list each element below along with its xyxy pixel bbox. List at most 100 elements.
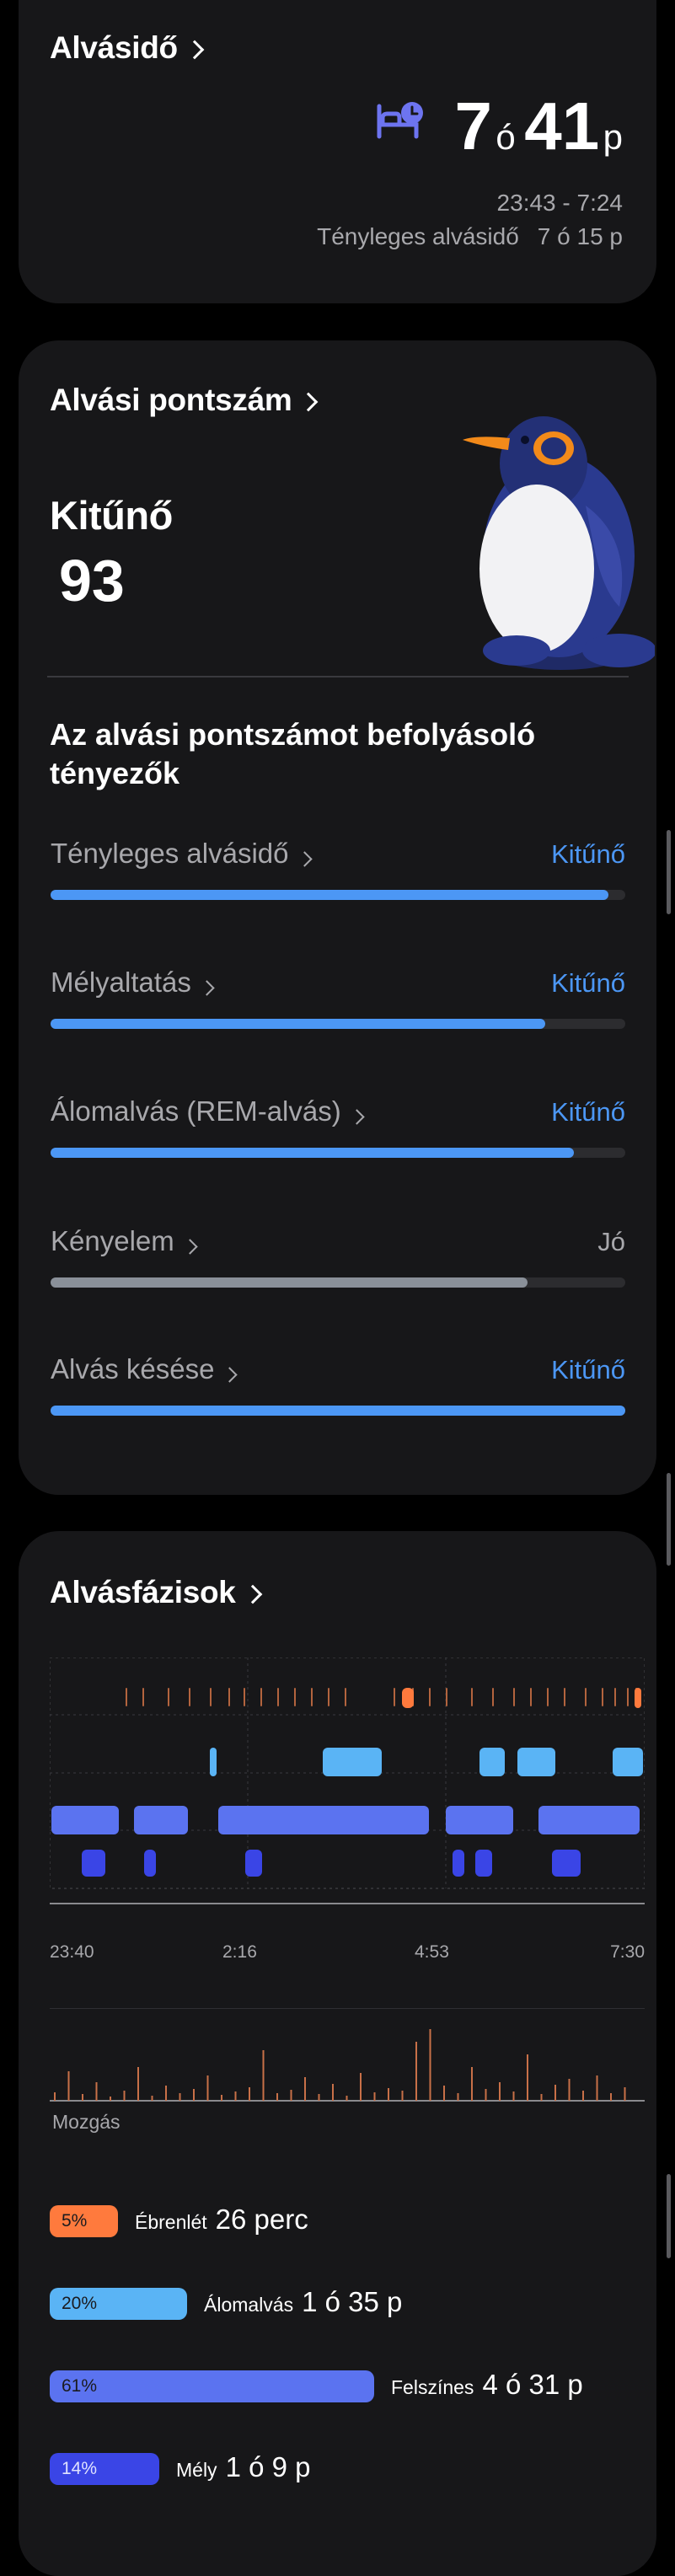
time-axis: 23:40 2:16 4:53 7:30 (50, 1942, 645, 1968)
sleep-range: 23:43 - 7:24 (496, 190, 623, 216)
time-tick-label: 23:40 (50, 1942, 94, 1962)
factor-value: Jó (597, 1227, 625, 1256)
movement-label: Mozgás (52, 2111, 121, 2133)
hypnogram-svg (49, 1657, 646, 1904)
sleep-stages-title[interactable]: Alvásfázisok (50, 1575, 262, 1610)
sleep-stages-card: Alvásfázisok 23:40 2:16 4:53 7:30 Mozgás… (19, 1531, 656, 2576)
chevron-right-icon (296, 851, 313, 867)
sleep-time-title[interactable]: Alvásidő (50, 30, 205, 66)
hypnogram-chart[interactable] (49, 1657, 646, 1910)
hypnogram-awake-tick (429, 1688, 431, 1706)
sleep-score-card: Alvási pontszám Kitűnő 93 Az alvási pont… (19, 340, 656, 1495)
factor-progress (51, 1019, 625, 1029)
score-value: 93 (59, 548, 125, 613)
factor-value: Kitűnő (551, 839, 625, 869)
sleep-score-title[interactable]: Alvási pontszám (50, 383, 319, 418)
hypnogram-light-segment (176, 1806, 188, 1834)
hypnogram-rem-segment (210, 1748, 217, 1776)
factor-progress (51, 890, 625, 900)
actual-sleep-row: Tényleges alvásidő 7 ó 15 p (317, 223, 623, 249)
hypnogram-deep-segment (245, 1850, 262, 1877)
hypnogram-light-segment (579, 1806, 592, 1834)
legend-rem: 20% Álomalvás 1 ó 35 p (50, 2286, 645, 2325)
sleep-duration: 7 ó 41 p (454, 88, 623, 163)
factor-progress-fill (51, 1019, 545, 1029)
factor-deep-sleep[interactable]: Mélyaltatás Kitűnő (51, 967, 625, 1029)
hypnogram-awake-segment (635, 1688, 641, 1708)
hypnogram-deep-segment (144, 1850, 156, 1877)
factor-comfort[interactable]: Kényelem Jó (51, 1225, 625, 1288)
hypnogram-awake-tick (394, 1688, 395, 1706)
legend-label: Mély (176, 2459, 217, 2481)
factor-progress (51, 1148, 625, 1158)
hypnogram-light-segment (338, 1806, 351, 1834)
factor-progress (51, 1406, 625, 1416)
hypnogram-awake-tick (547, 1688, 549, 1706)
chevron-right-icon (199, 980, 215, 996)
legend-awake: 5% Ébrenlét 26 perc (50, 2204, 645, 2242)
factor-progress (51, 1277, 625, 1288)
legend-value: 4 ó 31 p (482, 2369, 583, 2400)
hypnogram-light-segment (467, 1806, 487, 1834)
chevron-right-icon (185, 40, 205, 60)
chevron-right-icon (349, 1109, 365, 1125)
hypnogram-awake-tick (142, 1688, 144, 1706)
scrollbar-thumb[interactable] (667, 830, 671, 914)
factor-sleep-latency[interactable]: Alvás késése Kitűnő (51, 1353, 625, 1416)
legend-value: 26 perc (215, 2204, 308, 2235)
legend-pill-rem: 20% (50, 2288, 187, 2320)
hypnogram-awake-tick (228, 1688, 230, 1706)
hypnogram-light-segment (292, 1806, 311, 1834)
legend-label: Felszínes (391, 2376, 474, 2398)
hypnogram-awake-tick (328, 1688, 329, 1706)
factor-progress-fill (51, 1148, 574, 1158)
hypnogram-awake-tick (277, 1688, 279, 1706)
time-tick-label: 7:30 (610, 1942, 645, 1962)
hypnogram-awake-tick (260, 1688, 262, 1706)
hypnogram-awake-segment (402, 1688, 414, 1708)
chevron-right-icon (243, 1584, 262, 1604)
hypnogram-awake-tick (627, 1688, 629, 1706)
hypnogram-awake-tick (585, 1688, 587, 1706)
hypnogram-awake-tick (126, 1688, 127, 1706)
legend-label: Álomalvás (204, 2294, 294, 2316)
chevron-right-icon (299, 392, 319, 412)
sleep-time-card[interactable]: Alvásidő 7 ó 41 p 23:43 - 7:24 Tényleges… (19, 0, 656, 303)
legend-pill-deep: 14% (50, 2453, 159, 2485)
legend-value: 1 ó 9 p (225, 2451, 311, 2482)
factor-value: Kitűnő (551, 1097, 625, 1127)
penguin-mascot-icon (459, 396, 656, 674)
hypnogram-awake-tick (492, 1688, 494, 1706)
factor-value: Kitűnő (551, 1355, 625, 1384)
hypnogram-awake-tick (189, 1688, 190, 1706)
hypnogram-rem-segment (323, 1748, 382, 1776)
hypnogram-deep-segment (453, 1850, 464, 1877)
hypnogram-awake-tick (345, 1688, 346, 1706)
hypnogram-rem-segment (613, 1748, 643, 1776)
factors-title: Az alvási pontszámot befolyásoló tényező… (50, 717, 536, 790)
hypnogram-awake-tick (294, 1688, 296, 1706)
scrollbar-thumb[interactable] (667, 2174, 671, 2258)
movement-chart (50, 2020, 645, 2104)
legend-light: 61% Felszínes 4 ó 31 p (50, 2369, 645, 2407)
hypnogram-awake-tick (168, 1688, 169, 1706)
time-tick-label: 4:53 (415, 1942, 449, 1962)
scrollbar-thumb[interactable] (667, 1473, 671, 1566)
factor-rem-sleep[interactable]: Álomalvás (REM-alvás) Kitűnő (51, 1095, 625, 1158)
factor-value: Kitűnő (551, 968, 625, 998)
hypnogram-awake-tick (564, 1688, 565, 1706)
factor-progress-fill (51, 1277, 528, 1288)
hypnogram-deep-segment (475, 1850, 492, 1877)
hypnogram-deep-segment (82, 1850, 105, 1877)
hypnogram-awake-tick (602, 1688, 603, 1706)
hypnogram-rem-segment (517, 1748, 555, 1776)
factor-progress-fill (51, 1406, 625, 1416)
legend-value: 1 ó 35 p (302, 2286, 403, 2317)
hypnogram-rem-segment (485, 1748, 491, 1776)
legend-label: Ébrenlét (135, 2211, 207, 2233)
legend-pill-awake: 5% (50, 2205, 118, 2237)
hypnogram-awake-tick (244, 1688, 245, 1706)
factor-actual-sleep[interactable]: Tényleges alvásidő Kitűnő (51, 838, 625, 900)
time-tick-label: 2:16 (222, 1942, 257, 1962)
hypnogram-awake-tick (446, 1688, 447, 1706)
